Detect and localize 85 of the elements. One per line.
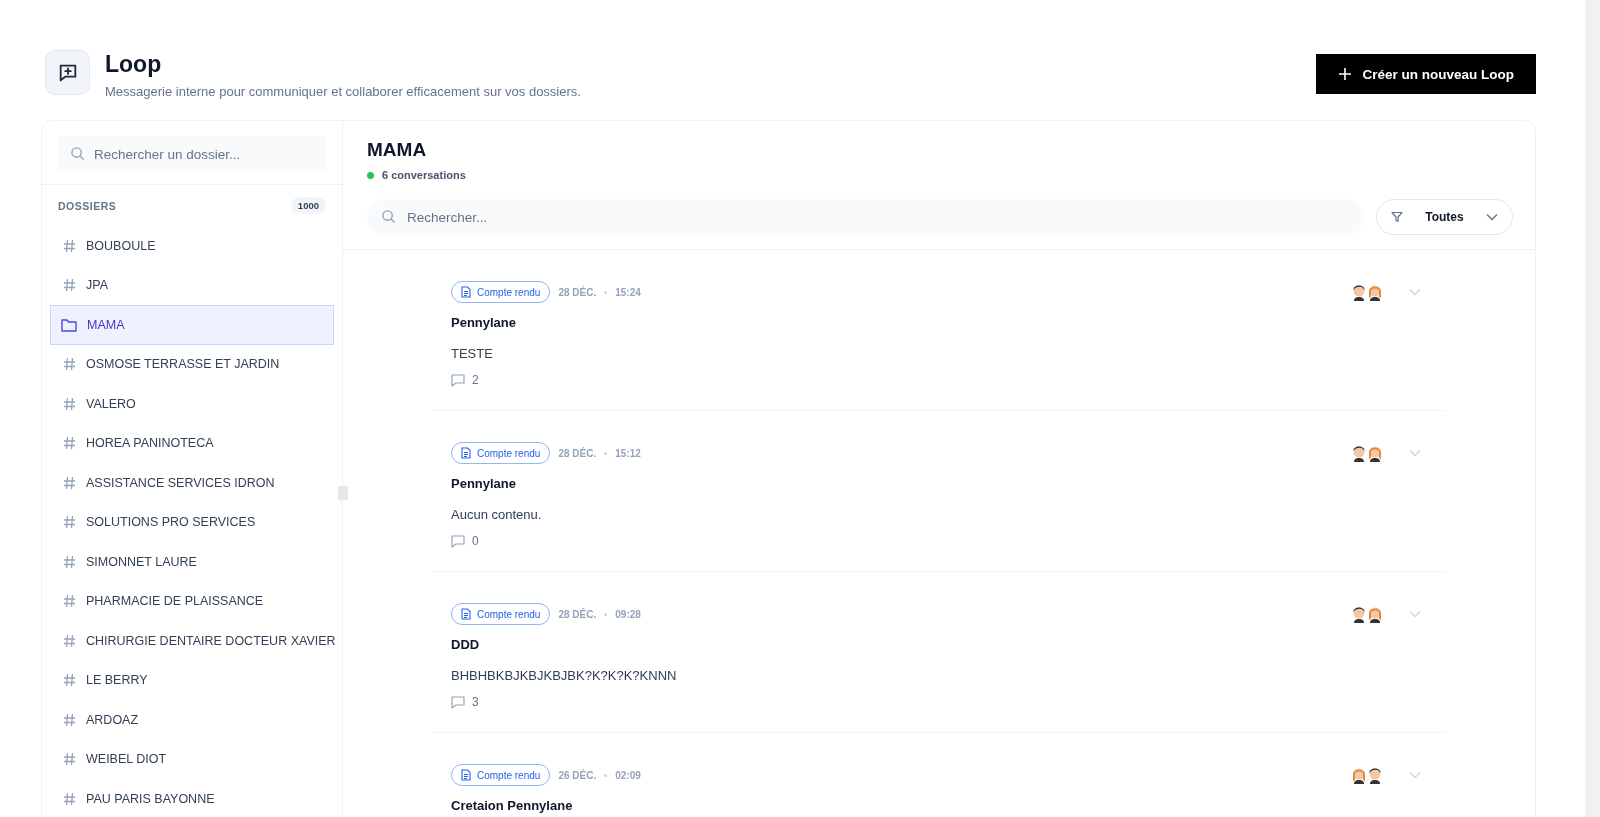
avatar-icon <box>1367 444 1383 462</box>
message-text: TESTE <box>451 346 494 361</box>
comment-icon <box>451 373 465 387</box>
folder-item[interactable]: SOLUTIONS PRO SERVICES <box>50 502 334 542</box>
hash-icon <box>63 475 76 490</box>
message-time: 02:09 <box>615 769 641 781</box>
message-date: 28 DÉC. <box>558 286 597 298</box>
page-subtitle: Messagerie interne pour communiquer et collaborer efficacement sur vos dossiers. <box>105 84 582 99</box>
folder-item[interactable]: HOREA PANINOTECA <box>50 423 334 463</box>
hash-icon <box>63 633 76 648</box>
avatar-icon <box>1351 605 1367 623</box>
hash-icon <box>63 357 76 372</box>
folder-item[interactable]: MAMA <box>50 305 334 345</box>
chevron-icon <box>1486 213 1498 221</box>
message-title: DDD <box>451 637 481 652</box>
plus-icon <box>1338 67 1353 81</box>
avatar-icon <box>1351 444 1367 462</box>
avatar-icon <box>1367 766 1383 784</box>
message-time: 15:12 <box>615 447 641 459</box>
comment-icon <box>451 695 465 709</box>
avatar-icon <box>1367 283 1383 301</box>
message-title: Pennylane <box>451 315 518 330</box>
folder-item[interactable]: PHARMACIE DE PLAISSANCE <box>50 581 334 621</box>
folder-item[interactable]: VALERO <box>50 384 334 424</box>
folder-item[interactable]: WEIBEL DIOT <box>50 739 334 779</box>
create-loop-button[interactable]: Créer un nouveau Loop <box>1316 54 1536 94</box>
folder-item[interactable]: LE BERRY <box>50 660 334 700</box>
search-icon <box>70 146 85 161</box>
hash-icon <box>63 673 76 688</box>
hash-icon <box>63 554 76 569</box>
document-icon <box>461 608 471 620</box>
folder-icon <box>61 317 77 332</box>
chevron-icon[interactable] <box>1409 771 1421 779</box>
message-date: 28 DÉC. <box>558 447 597 459</box>
hash-icon <box>63 712 76 727</box>
message-title: Cretaion Pennylane <box>451 798 574 813</box>
folder-item[interactable]: JPA <box>50 265 334 305</box>
folder-item[interactable]: ARDOAZ <box>50 700 334 740</box>
chevron-icon[interactable] <box>1409 288 1421 296</box>
hash-icon <box>63 396 76 411</box>
document-icon <box>461 286 471 298</box>
document-icon <box>461 447 471 459</box>
filter-icon <box>1391 211 1403 223</box>
chevron-icon[interactable] <box>1409 610 1421 618</box>
search-icon <box>381 209 396 224</box>
count-badge: 1000 <box>290 197 326 214</box>
message-time: 09:28 <box>615 608 641 620</box>
hash-icon <box>63 278 76 293</box>
folder-item[interactable]: PAU PARIS BAYONNE <box>50 779 334 817</box>
message-date: 28 DÉC. <box>558 608 597 620</box>
comment-count: 0 <box>472 534 479 548</box>
hash-icon <box>63 238 76 253</box>
status-dot <box>367 171 374 179</box>
comment-count: 3 <box>472 695 479 709</box>
section-title: DOSSIERS <box>58 199 117 212</box>
folder-item[interactable]: BOUBOULE <box>50 226 334 266</box>
hash-icon <box>63 791 76 806</box>
folder-search-field[interactable]: Rechercher un dossier... <box>58 136 326 172</box>
folder-title: MAMA <box>367 139 428 161</box>
page-title: Loop <box>105 50 163 78</box>
folder-item[interactable]: ASSISTANCE SERVICES IDRON <box>50 463 334 503</box>
hash-icon <box>63 515 76 530</box>
conversation-count: 6 conversations <box>382 169 466 181</box>
avatar-icon <box>1351 766 1367 784</box>
document-icon <box>461 769 471 781</box>
message-date: 26 DÉC. <box>558 769 597 781</box>
avatar-icon <box>1351 283 1367 301</box>
hash-icon <box>63 752 76 767</box>
folder-item[interactable]: SIMONNET LAURE <box>50 542 334 582</box>
folder-item[interactable]: OSMOSE TERRASSE ET JARDIN <box>50 344 334 384</box>
folder-item[interactable]: CHIRURGIE DENTAIRE DOCTEUR XAVIER <box>50 621 334 661</box>
comment-count: 2 <box>472 373 479 387</box>
chat-plus-icon <box>45 50 90 95</box>
hash-icon <box>63 594 76 609</box>
resize-handle[interactable] <box>338 486 348 500</box>
message-text: BHBHBKBJKBJKBJBK?K?K?K?KNNN <box>451 668 678 683</box>
filter-dropdown[interactable]: Toutes <box>1376 199 1513 235</box>
search-field[interactable]: Rechercher... <box>367 199 1364 235</box>
chevron-icon[interactable] <box>1409 449 1421 457</box>
message-text: Aucun contenu. <box>451 507 543 522</box>
avatar-icon <box>1367 605 1383 623</box>
comment-icon <box>451 534 465 548</box>
hash-icon <box>63 436 76 451</box>
message-title: Pennylane <box>451 476 518 491</box>
message-time: 15:24 <box>615 286 641 298</box>
